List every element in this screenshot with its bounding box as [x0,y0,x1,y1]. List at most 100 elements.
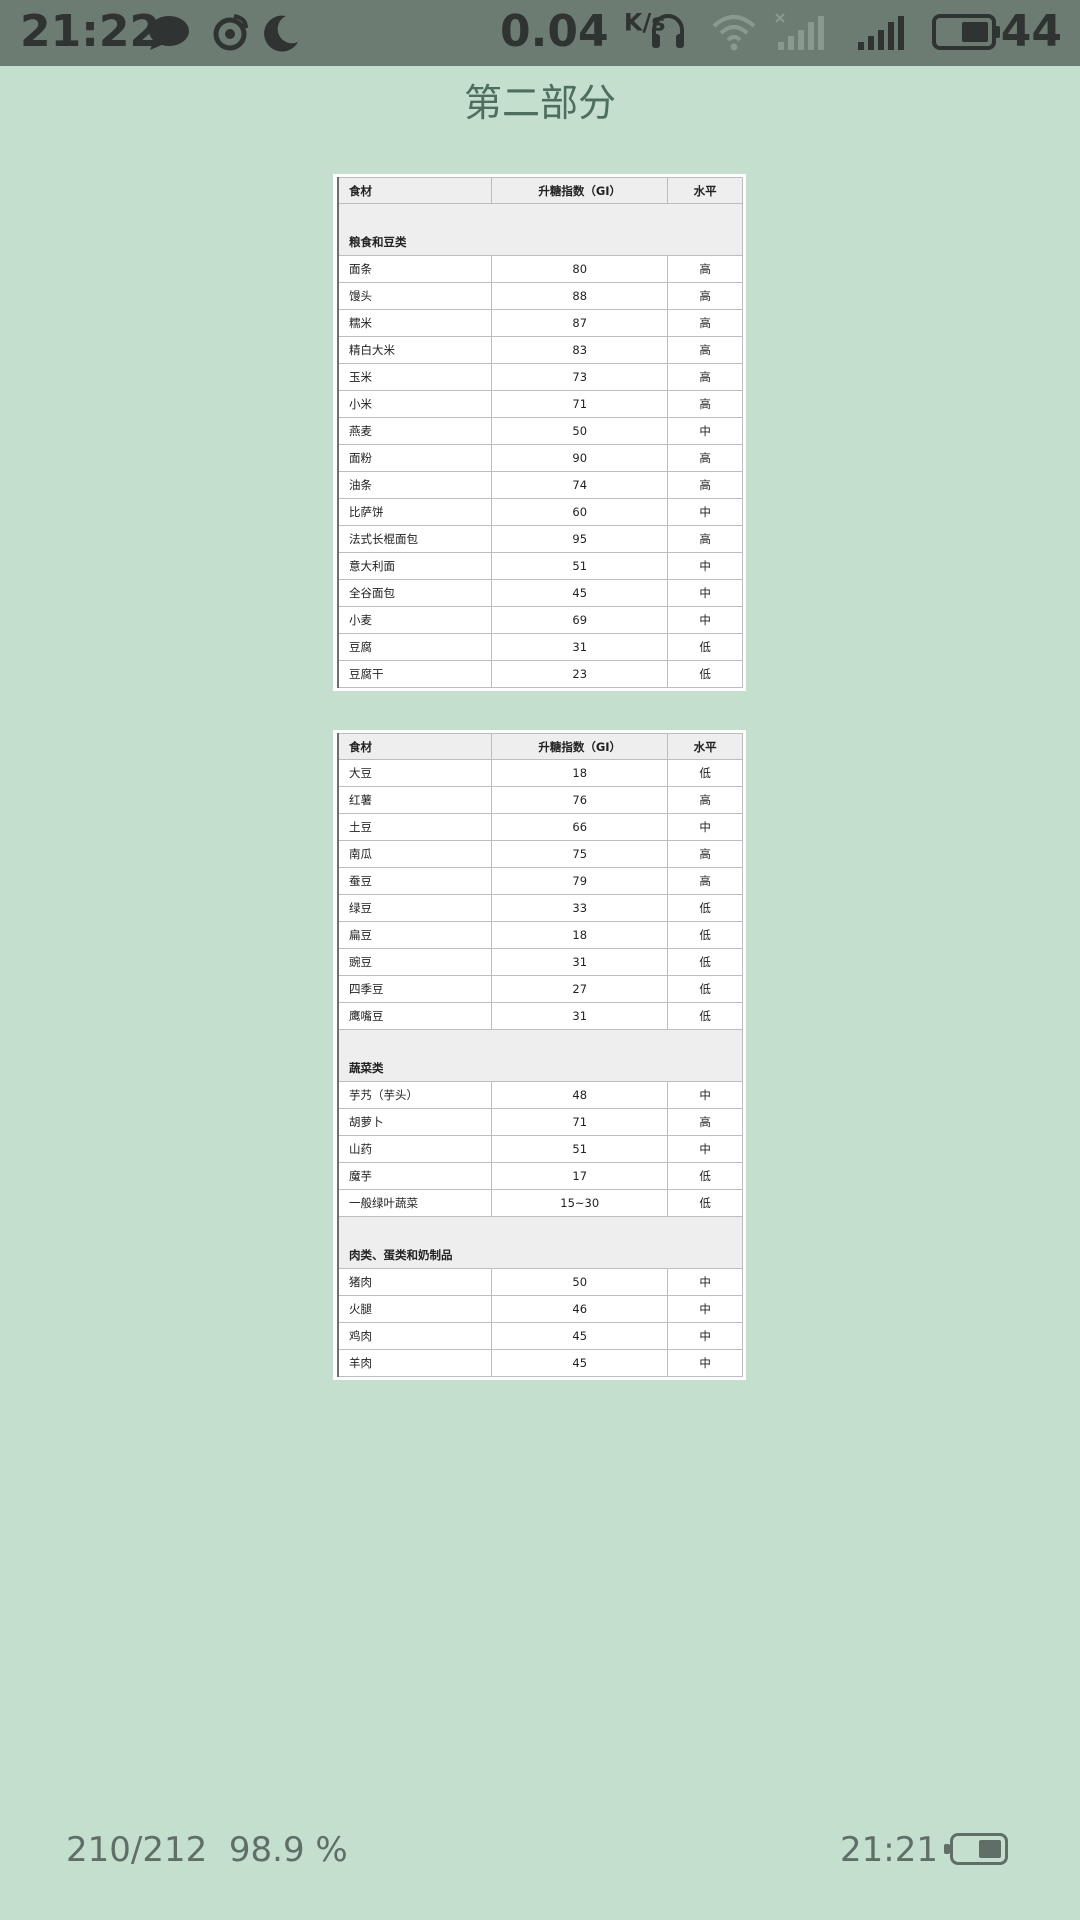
cell-level: 高 [667,471,743,499]
footer-clock: 21:21 [840,1830,938,1870]
cell-gi: 45 [491,579,669,607]
cell-gi: 23 [491,660,669,688]
header-level: 水平 [667,177,743,204]
cell-gi: 31 [491,1002,669,1030]
table-row: 火腿 46 中 [337,1295,743,1323]
table-row: 燕麦 50 中 [337,417,743,445]
signal-weak-icon [775,13,824,50]
table-row: 豌豆 31 低 [337,948,743,976]
cell-food: 扁豆 [337,921,493,949]
table-row: 玉米 73 高 [337,363,743,391]
cell-food: 意大利面 [337,552,493,580]
table-row: 豆腐干 23 低 [337,660,743,688]
cell-food: 南瓜 [337,840,493,868]
signal-strong-icon [858,16,904,50]
category-vegetables-label: 蔬菜类 [337,1029,743,1082]
cell-gi: 75 [491,840,669,868]
cell-food: 比萨饼 [337,498,493,526]
cell-food: 土豆 [337,813,493,841]
table-row: 猪肉 50 中 [337,1268,743,1296]
cell-gi: 79 [491,867,669,895]
cell-gi: 50 [491,1268,669,1296]
cell-level: 中 [667,813,743,841]
cell-gi: 33 [491,894,669,922]
cell-level: 中 [667,1295,743,1323]
gi-table-continued: 食材 升糖指数（GI） 水平 大豆 18 低红薯 76 高土豆 66 中南瓜 75 高蚕豆 79 高… [333,730,746,1380]
table-row: 馒头 88 高 [337,282,743,310]
category-meat-label: 肉类、蛋类和奶制品 [337,1216,743,1269]
cell-level: 高 [667,363,743,391]
reading-progress: 210/212 98.9 % [66,1830,348,1870]
cell-food: 精白大米 [337,336,493,364]
cell-gi: 27 [491,975,669,1003]
cell-food: 小米 [337,390,493,418]
cell-level: 高 [667,840,743,868]
cell-gi: 45 [491,1322,669,1350]
cell-gi: 71 [491,1108,669,1136]
cell-food: 法式长棍面包 [337,525,493,553]
header-food: 食材 [337,733,493,760]
table-row: 全谷面包 45 中 [337,579,743,607]
cell-level: 中 [667,1268,743,1296]
cell-food: 糯米 [337,309,493,337]
battery-percent: 44 [1000,6,1062,57]
cell-gi: 18 [491,921,669,949]
cell-food: 红薯 [337,786,493,814]
cell-food: 豌豆 [337,948,493,976]
cell-level: 低 [667,1002,743,1030]
table-header-row: 食材 升糖指数（GI） 水平 [337,733,743,760]
cell-level: 高 [667,255,743,283]
cell-gi: 50 [491,417,669,445]
table-row: 小米 71 高 [337,390,743,418]
table-body: 面条 80 高馒头 88 高糯米 87 高精白大米 83 高玉米 73 高小米 71 高燕麦 50 中面粉 9… [337,255,743,688]
table-row: 蚕豆 79 高 [337,867,743,895]
cell-food: 豆腐干 [337,660,493,688]
table-row: 一般绿叶蔬菜 15~30 低 [337,1189,743,1217]
cell-level: 中 [667,417,743,445]
cell-food: 馒头 [337,282,493,310]
cell-food: 燕麦 [337,417,493,445]
cell-level: 低 [667,660,743,688]
progress-percent: 98.9 % [228,1830,348,1870]
table-row: 大豆 18 低 [337,759,743,787]
table-row: 精白大米 83 高 [337,336,743,364]
headphones-icon [652,14,684,48]
cell-gi: 90 [491,444,669,472]
cell-gi: 71 [491,390,669,418]
cell-food: 鹰嘴豆 [337,1002,493,1030]
cell-level: 高 [667,525,743,553]
cell-gi: 87 [491,309,669,337]
cell-gi: 31 [491,633,669,661]
table-row: 土豆 66 中 [337,813,743,841]
footer-battery-icon [944,1833,1008,1865]
page-position: 210/212 [66,1830,208,1870]
cell-level: 低 [667,921,743,949]
table-row: 胡萝卜 71 高 [337,1108,743,1136]
cell-gi: 83 [491,336,669,364]
cell-level: 高 [667,282,743,310]
cell-food: 小麦 [337,606,493,634]
cell-food: 面条 [337,255,493,283]
cell-food: 鸡肉 [337,1322,493,1350]
cell-level: 中 [667,498,743,526]
table-body-vegetables: 芋艿（芋头） 48 中胡萝卜 71 高山药 51 中魔芋 17 低一般绿叶蔬菜 15~30 低 [337,1081,743,1217]
cell-level: 中 [667,579,743,607]
cell-level: 低 [667,633,743,661]
cell-level: 低 [667,1189,743,1217]
table-continued: 食材 升糖指数（GI） 水平 大豆 18 低红薯 76 高土豆 66 中南瓜 75 高蚕豆 79 高… [337,733,743,1377]
cell-level: 高 [667,867,743,895]
cell-level: 高 [667,390,743,418]
network-speed: 0.04 K/s [500,6,666,57]
cell-gi: 66 [491,813,669,841]
cell-food: 蚕豆 [337,867,493,895]
table-row: 油条 74 高 [337,471,743,499]
cell-food: 羊肉 [337,1349,493,1377]
cell-food: 胡萝卜 [337,1108,493,1136]
status-bar: 21:22 0.04 K/s 44 [0,0,1080,66]
table-row: 鹰嘴豆 31 低 [337,1002,743,1030]
cell-level: 高 [667,786,743,814]
cell-gi: 48 [491,1081,669,1109]
cell-gi: 88 [491,282,669,310]
table-grains: 食材 升糖指数（GI） 水平 粮食和豆类 面条 80 高馒头 88 高糯米 87 高精白大米… [337,177,743,688]
cell-food: 豆腐 [337,633,493,661]
